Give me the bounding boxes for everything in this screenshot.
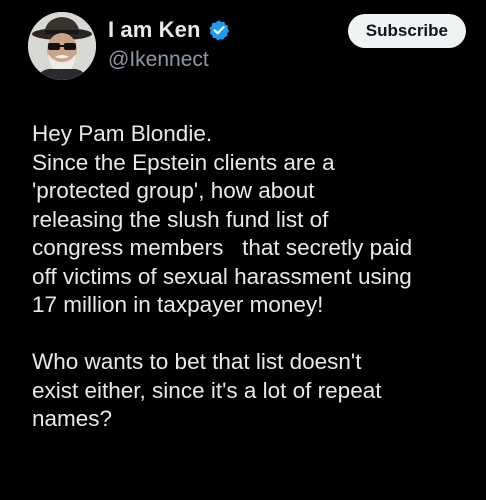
post-line: 'protected group', how about xyxy=(32,178,315,203)
subscribe-button[interactable]: Subscribe xyxy=(347,14,466,48)
post-line: off victims of sexual harassment using xyxy=(32,263,412,289)
post-line: Hey Pam Blondie. xyxy=(32,121,213,146)
post-paragraph-1: Hey Pam Blondie. Since the Epstein clien… xyxy=(32,120,482,320)
post-line: releasing the slush fund list of xyxy=(32,206,329,232)
post-line: Since the Epstein clients are a xyxy=(32,149,335,175)
avatar-image xyxy=(28,12,96,80)
user-handle[interactable]: @Ikennect xyxy=(108,48,230,72)
verified-badge-icon xyxy=(208,19,230,41)
author-identity: I am Ken @Ikennect xyxy=(108,16,230,72)
post-line: exist either, since it's a lot of repeat xyxy=(32,377,382,403)
display-name[interactable]: I am Ken xyxy=(108,17,201,43)
avatar[interactable] xyxy=(28,12,96,80)
post-paragraph-2: Who wants to bet that list doesn't exist… xyxy=(32,348,482,434)
post-body: Hey Pam Blondie. Since the Epstein clien… xyxy=(32,120,482,434)
post-line: Who wants to bet that list doesn't xyxy=(32,349,362,374)
post-header: I am Ken @Ikennect Subscribe xyxy=(28,12,466,80)
post-line: names? xyxy=(32,406,113,431)
post-line: 17 million in taxpayer money! xyxy=(32,292,324,317)
post-card: I am Ken @Ikennect Subscribe Hey Pam Blo… xyxy=(0,0,486,500)
post-line: congress members that secretly paid xyxy=(32,235,413,260)
name-row: I am Ken xyxy=(108,16,230,44)
